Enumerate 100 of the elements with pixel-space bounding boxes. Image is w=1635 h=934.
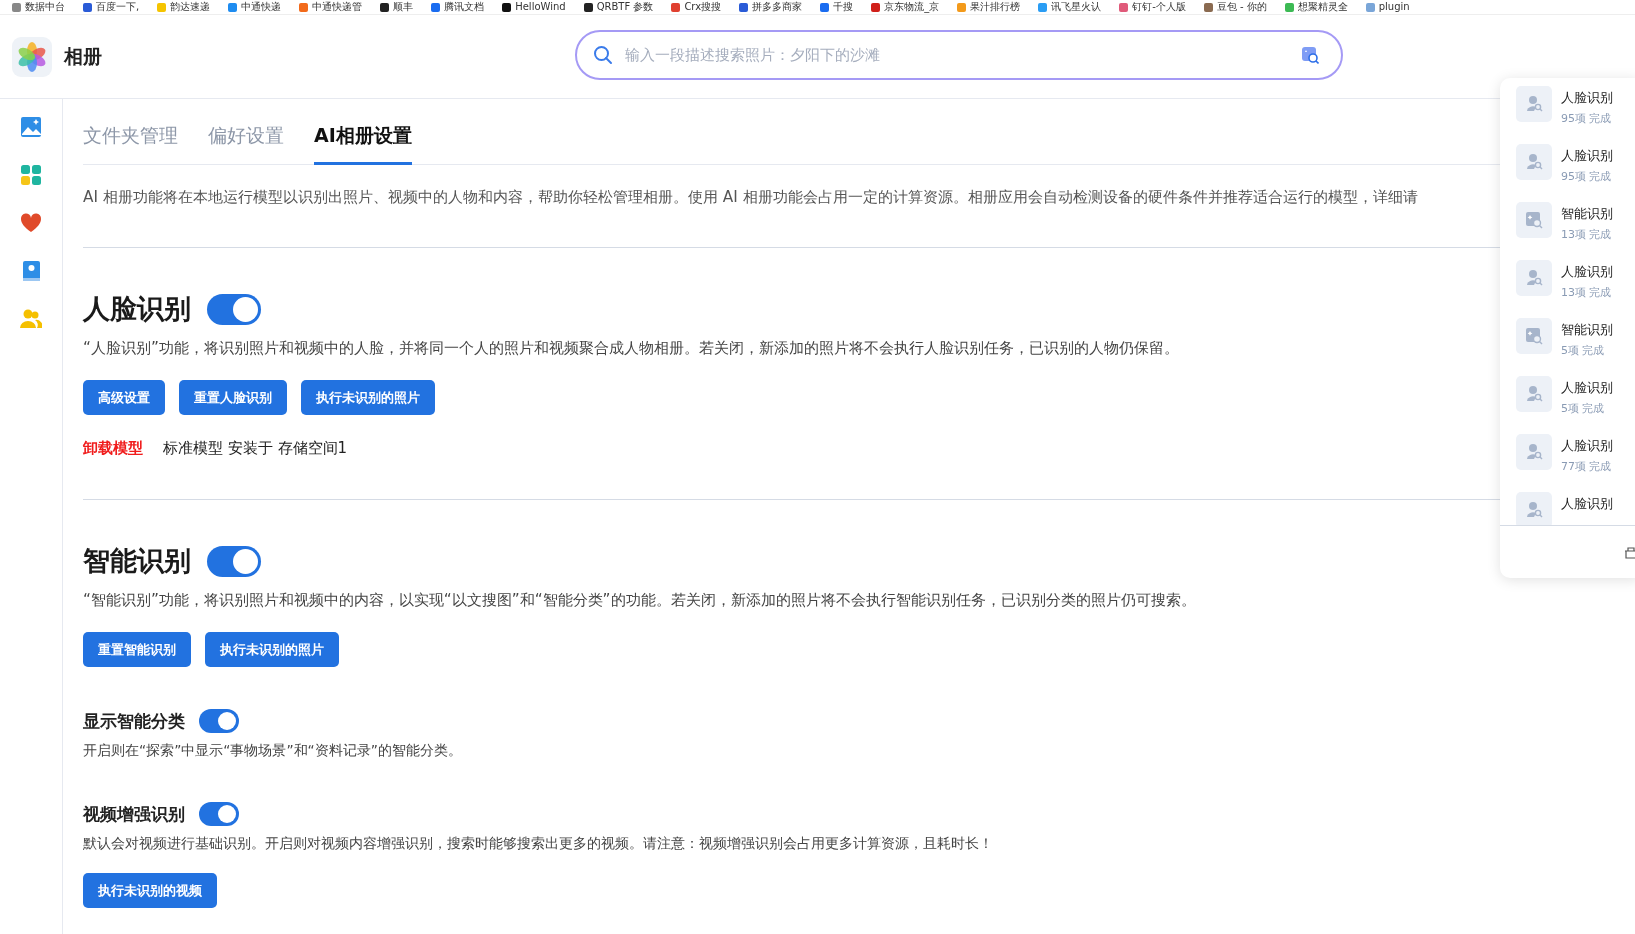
person-search-icon [1525, 385, 1543, 403]
task-item[interactable]: 人脸识别 95项 完成 [1516, 86, 1635, 144]
toggle-switch[interactable] [207, 545, 261, 577]
option-title: 显示智能分类 [83, 709, 185, 733]
bookmark[interactable]: 豆包 - 你的 [1203, 0, 1267, 14]
search-field[interactable]: 输入一段描述搜索照片：夕阳下的沙滩 [623, 45, 1291, 65]
bookmark-icon [431, 2, 441, 12]
bookmark[interactable]: 腾讯文档 [431, 0, 485, 14]
task-count: 13项 完成 [1561, 285, 1613, 300]
task-title: 人脸识别 [1561, 379, 1613, 397]
action-button[interactable]: 高级设置 [83, 380, 165, 415]
toggle-switch[interactable] [199, 802, 239, 826]
bookmark-icon [739, 2, 749, 12]
task-title: 智能识别 [1561, 205, 1613, 223]
bookmark-label: 顺丰 [393, 0, 414, 14]
bookmark[interactable]: 果汁排行榜 [957, 0, 1021, 14]
task-title: 人脸识别 [1561, 147, 1613, 165]
task-item[interactable]: 智能识别 5项 完成 [1516, 318, 1635, 376]
bookmark-icon [1038, 2, 1048, 12]
task-item[interactable]: 智能识别 13项 完成 [1516, 202, 1635, 260]
option-description: 默认会对视频进行基础识别。开启则对视频内容增强识别，搜索时能够搜索出更多的视频。请注意：视频增强识别会占用更多计算资源，且耗时长！ [83, 835, 993, 853]
bookmark-label: 钉钉-个人版 [1132, 0, 1186, 14]
action-button[interactable]: 执行未识别的照片 [301, 380, 435, 415]
bookmark[interactable]: 拼多多商家 [739, 0, 803, 14]
toggle-switch[interactable] [199, 709, 239, 733]
bookmark[interactable]: 百度一下, [83, 0, 140, 14]
task-count: 5项 完成 [1561, 401, 1606, 416]
bookmark-icon [957, 2, 967, 12]
action-button[interactable]: 执行未识别的照片 [205, 632, 339, 667]
section-title: 智能识别 [83, 544, 191, 578]
person-search-icon [1525, 153, 1543, 171]
bookmark-label: 拼多多商家 [752, 0, 803, 14]
book-icon[interactable] [20, 260, 42, 282]
task-count: 77项 完成 [1561, 459, 1613, 474]
bookmark-label: Crx搜搜 [684, 0, 722, 14]
task-item[interactable]: 人脸识别 [1516, 492, 1635, 525]
bookmark[interactable]: HelloWind [502, 0, 566, 14]
intro-text: AI 相册功能将在本地运行模型以识别出照片、视频中的人物和内容，帮助你轻松管理相册。使用 AI 相册功能会占用一定的计算资源。相册应用会自动检测设备的硬件条件并推荐适合运行的模型，详细请 [83, 187, 1419, 207]
task-count: 5项 完成 [1561, 343, 1606, 358]
bookmark-label: 腾讯文档 [444, 0, 485, 14]
photo-icon[interactable] [20, 116, 42, 138]
bookmark[interactable]: 千搜 [820, 0, 854, 14]
task-item[interactable]: 人脸识别 77项 完成 [1516, 434, 1635, 492]
bookmark[interactable]: 钉钉-个人版 [1119, 0, 1186, 14]
bookmark-icon [671, 2, 681, 12]
bookmark-label: 千搜 [833, 0, 854, 14]
tab[interactable]: AI相册设置 [314, 99, 412, 165]
task-count: 13项 完成 [1561, 227, 1613, 242]
person-search-icon [1525, 95, 1543, 113]
task-item[interactable]: 人脸识别 13项 完成 [1516, 260, 1635, 318]
bookmark[interactable]: 顺丰 [380, 0, 414, 14]
bookmark-icon [871, 2, 881, 12]
apps-icon[interactable] [20, 164, 42, 186]
bookmark-icon [820, 2, 830, 12]
task-title: 人脸识别 [1561, 89, 1613, 107]
bookmark[interactable]: 数据中台 [12, 0, 65, 14]
option-description: 开启则在“探索”中显示“事物场景”和“资料记录”的智能分类。 [83, 742, 462, 760]
clear-icon[interactable] [1624, 545, 1635, 559]
bookmark-label: 想聚精灵全 [1297, 0, 1348, 14]
bookmark-icon [83, 2, 92, 12]
person-search-icon [1525, 501, 1543, 519]
bookmark[interactable]: Crx搜搜 [671, 0, 722, 14]
toggle-switch[interactable] [207, 293, 261, 325]
bookmark[interactable]: 韵达速递 [157, 0, 211, 14]
action-button[interactable]: 重置智能识别 [83, 632, 191, 667]
bookmark[interactable]: plugin [1365, 0, 1410, 14]
bookmark-label: 豆包 - 你的 [1216, 0, 1267, 14]
task-title: 智能识别 [1561, 321, 1613, 339]
bookmark-icon [228, 2, 238, 12]
bookmark-label: 中通快递 [241, 0, 282, 14]
bookmark-label: HelloWind [515, 0, 566, 14]
action-button[interactable]: 执行未识别的视频 [83, 873, 217, 908]
task-item[interactable]: 人脸识别 5项 完成 [1516, 376, 1635, 434]
bookmark-icon [1365, 2, 1375, 12]
image-search-icon [1525, 327, 1543, 345]
bookmark-icon [1203, 2, 1213, 12]
bookmark-label: 数据中台 [25, 0, 65, 14]
bookmark[interactable]: 讯飞星火认 [1038, 0, 1102, 14]
action-button[interactable]: 重置人脸识别 [179, 380, 287, 415]
bookmark[interactable]: 中通快递管 [299, 0, 363, 14]
bookmark-label: plugin [1378, 0, 1410, 14]
option-title: 视频增强识别 [83, 802, 185, 826]
task-title: 人脸识别 [1561, 437, 1613, 455]
heart-icon[interactable] [20, 212, 42, 234]
bookmark-label: QRBTF 参数 [596, 0, 654, 14]
bookmark[interactable]: 想聚精灵全 [1284, 0, 1348, 14]
section-description: “智能识别”功能，将识别照片和视频中的内容，以实现“以文搜图”和“智能分类”的功能。若关闭，新添加的照片将不会执行智能识别任务，已识别分类的照片仍可搜索。 [83, 590, 1196, 611]
bookmark-label: 韵达速递 [170, 0, 211, 14]
task-item[interactable]: 人脸识别 95项 完成 [1516, 144, 1635, 202]
task-title: 人脸识别 [1561, 495, 1613, 513]
bookmark[interactable]: QRBTF 参数 [583, 0, 654, 14]
bookmark-icon [12, 2, 21, 12]
image-search-icon[interactable] [1301, 46, 1319, 64]
search-bar[interactable]: 输入一段描述搜索照片：夕阳下的沙滩 [575, 30, 1343, 80]
bookmark-label: 讯飞星火认 [1051, 0, 1102, 14]
bookmark-icon [583, 2, 593, 12]
person-search-icon [1525, 269, 1543, 287]
uninstall-link[interactable]: 卸载模型 [83, 439, 143, 458]
bookmark[interactable]: 京东物流_京 [871, 0, 940, 14]
bookmark[interactable]: 中通快递 [228, 0, 282, 14]
